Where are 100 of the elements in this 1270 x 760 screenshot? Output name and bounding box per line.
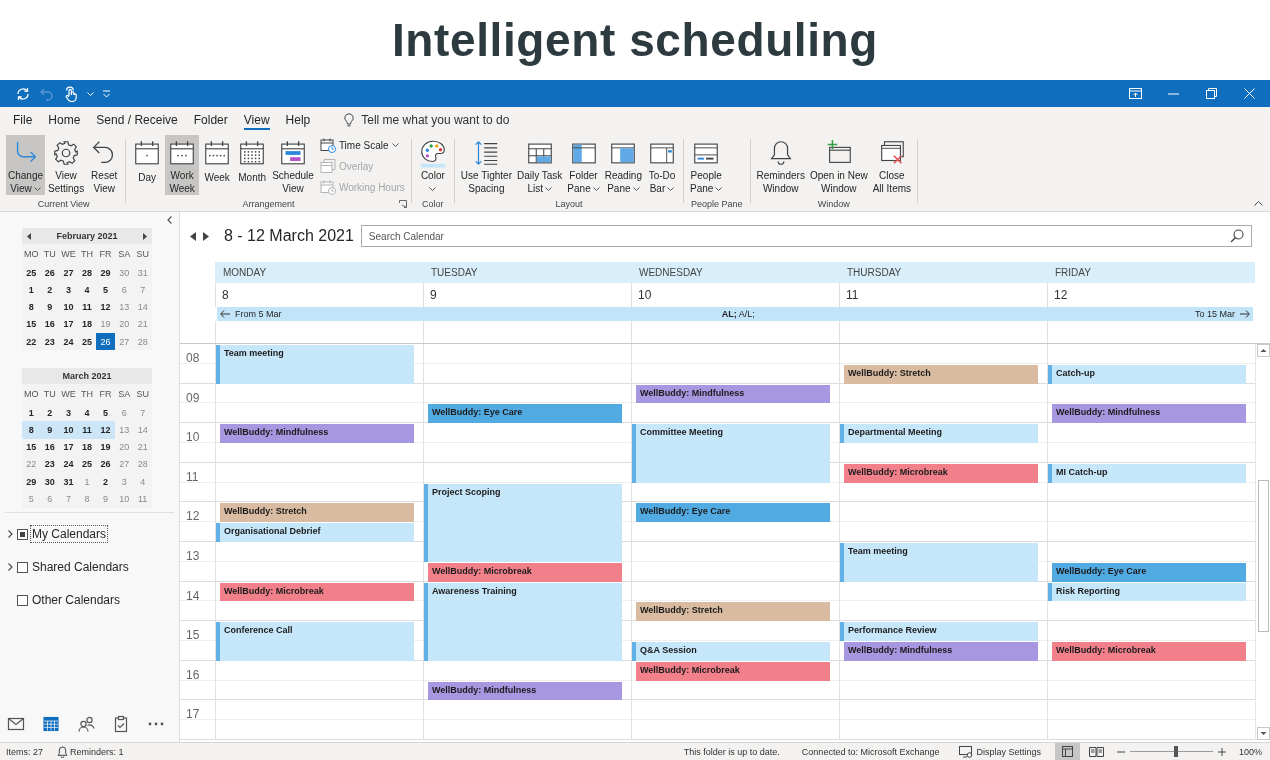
mini-calendar-date[interactable]: 12	[96, 298, 115, 316]
calendar-event[interactable]: WellBuddy: Microbreak	[1052, 641, 1246, 661]
mini-calendar-date[interactable]: 18	[77, 315, 97, 333]
display-settings-button[interactable]: Display Settings	[959, 745, 1041, 758]
search-field[interactable]: Search Calendar	[360, 225, 1252, 247]
calendar-event[interactable]: Risk Reporting	[1048, 582, 1246, 602]
mini-calendar-date[interactable]: 4	[77, 404, 97, 422]
ribbon-small-button[interactable]: Time Scale	[317, 135, 407, 155]
chevron-right-icon[interactable]	[8, 563, 13, 571]
folder-item[interactable]: My Calendars	[30, 525, 109, 543]
calendar-event[interactable]: WellBuddy: Mindfulness	[220, 424, 414, 443]
chevron-up-icon[interactable]	[1254, 201, 1263, 206]
mini-calendar-date[interactable]: 17	[59, 438, 78, 456]
chevron-right-icon[interactable]	[8, 530, 13, 538]
calendar-event[interactable]: WellBuddy: Stretch	[844, 364, 1038, 384]
slider-thumb[interactable]	[1173, 746, 1178, 757]
mail-icon[interactable]	[7, 715, 25, 733]
close-icon[interactable]	[1243, 88, 1255, 99]
calendar-event[interactable]: WellBuddy: Stretch	[220, 503, 414, 523]
window-arrow-icon[interactable]	[1128, 88, 1142, 99]
menu-tab[interactable]: Send / Receive	[88, 107, 186, 132]
ribbon-button[interactable]: Reminders Window	[754, 135, 807, 195]
ribbon-button[interactable]: Day	[130, 135, 165, 195]
mini-calendar-date[interactable]: 25	[77, 455, 97, 473]
ribbon-button[interactable]: Reset View	[87, 135, 122, 195]
folder-item[interactable]: Shared Calendars	[30, 558, 131, 576]
calendar-event[interactable]: Conference Call	[216, 622, 414, 661]
tell-me-field[interactable]: Tell me what you want to do	[361, 112, 537, 127]
ribbon-button[interactable]: Color	[415, 135, 450, 195]
calendar-event[interactable]: Performance Review	[840, 622, 1038, 641]
day-date[interactable]: 12	[1054, 288, 1068, 302]
calendar-event[interactable]: Organisational Debrief	[216, 523, 414, 542]
caret-left-icon[interactable]	[27, 232, 31, 240]
people-icon[interactable]	[77, 715, 95, 733]
window-layout-icon[interactable]	[1054, 743, 1080, 760]
ribbon-button[interactable]: Use Tighter Spacing	[458, 135, 514, 195]
mini-calendar-date[interactable]: 26	[96, 455, 115, 473]
menu-tab[interactable]: Folder	[185, 107, 236, 132]
mini-calendar-date[interactable]: 17	[59, 315, 78, 333]
calendar-event[interactable]: Catch-up	[1048, 364, 1246, 384]
calendar-event[interactable]: WellBuddy: Mindfulness	[1052, 404, 1246, 424]
calendar-event[interactable]: WellBuddy: Mindfulness	[844, 641, 1038, 661]
mini-calendar-date[interactable]: 18	[77, 438, 97, 456]
ribbon-button[interactable]: To-Do Bar	[645, 135, 679, 195]
mini-calendar-date[interactable]: 25	[22, 264, 41, 282]
checkbox[interactable]	[17, 561, 28, 573]
mini-calendar-date[interactable]: 23	[40, 333, 60, 351]
clipboard-check-icon[interactable]	[112, 715, 130, 733]
mini-calendar-date[interactable]: 5	[96, 281, 115, 299]
ribbon-button[interactable]: Week	[200, 135, 235, 195]
mini-calendar-date[interactable]: 11	[77, 298, 97, 316]
calendar-event[interactable]: WellBuddy: Microbreak	[636, 661, 830, 681]
dialog-launcher-icon[interactable]	[398, 200, 407, 208]
mini-calendar-date[interactable]: 22	[22, 333, 41, 351]
calendar-event[interactable]: WellBuddy: Eye Care	[1052, 562, 1246, 582]
calendar-event[interactable]: Project Scoping	[424, 483, 622, 562]
mini-calendar-date[interactable]: 5	[96, 404, 115, 422]
mini-calendar-date[interactable]: 3	[59, 281, 78, 299]
calendar-event[interactable]: WellBuddy: Microbreak	[220, 582, 414, 602]
scroll-up-icon[interactable]	[1256, 344, 1270, 357]
menu-tab[interactable]: View	[235, 107, 278, 132]
calendar-event[interactable]: WellBuddy: Stretch	[636, 602, 830, 622]
mini-calendar-date[interactable]: 26	[96, 333, 115, 351]
ribbon-button[interactable]: Work Week	[165, 135, 200, 195]
calendar-event[interactable]: WellBuddy: Eye Care	[636, 503, 830, 523]
all-day-event[interactable]: From 5 Mar AL; A/L; To 15 Mar	[217, 307, 1253, 321]
mini-calendar-date[interactable]: 16	[40, 438, 60, 456]
mini-calendar-date[interactable]: 15	[22, 315, 41, 333]
mini-calendar-date[interactable]: 19	[96, 438, 115, 456]
mini-calendar-date[interactable]: 29	[96, 264, 115, 282]
mini-calendar-date[interactable]: 1	[22, 281, 41, 299]
mini-calendar-date[interactable]: 4	[77, 281, 97, 299]
calendar-event[interactable]: Team meeting	[216, 345, 414, 384]
mini-calendar-date[interactable]: 8	[22, 421, 41, 439]
menu-tab[interactable]: File	[5, 107, 41, 132]
mini-calendar-date[interactable]: 23	[40, 455, 60, 473]
calendar-event[interactable]: Q&A Session	[632, 641, 830, 661]
calendar-event[interactable]: WellBuddy: Eye Care	[428, 404, 622, 424]
scrollbar-thumb[interactable]	[1257, 480, 1269, 632]
caret-icon[interactable]	[87, 91, 94, 96]
calendar-event[interactable]: Departmental Meeting	[840, 424, 1038, 443]
restore-icon[interactable]	[1205, 88, 1217, 99]
mini-calendar-date[interactable]: 15	[22, 438, 41, 456]
mini-calendar-date[interactable]: 24	[59, 455, 78, 473]
chevron-left-icon[interactable]	[167, 216, 172, 224]
mini-calendar-date[interactable]: 3	[59, 404, 78, 422]
ribbon-button[interactable]: Schedule View	[270, 135, 316, 195]
menu-tab[interactable]: Help	[277, 107, 319, 132]
calendar-event[interactable]: Team meeting	[840, 542, 1038, 582]
calendar-event[interactable]: MI Catch-up	[1048, 463, 1246, 483]
mini-calendar-date[interactable]: 28	[77, 264, 97, 282]
mini-calendar-date[interactable]: 27	[59, 264, 78, 282]
mini-calendar-date[interactable]: 2	[96, 473, 115, 491]
day-date[interactable]: 10	[638, 288, 652, 302]
ribbon-button[interactable]: Month	[235, 135, 270, 195]
checkbox[interactable]	[17, 594, 28, 606]
mini-calendar-date[interactable]: 30	[40, 473, 60, 491]
ribbon-button[interactable]: Reading Pane	[602, 135, 644, 195]
caret-right-icon[interactable]	[143, 232, 147, 240]
ribbon-button[interactable]: Folder Pane	[565, 135, 602, 195]
